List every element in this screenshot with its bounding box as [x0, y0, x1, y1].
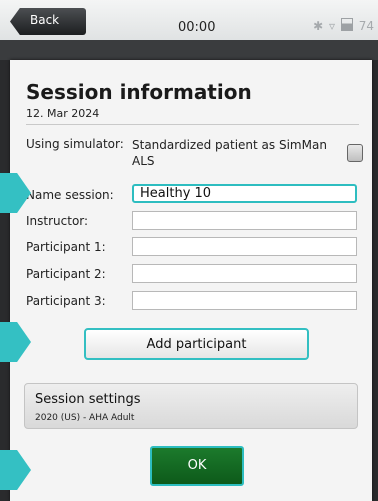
session-settings-title: Session settings: [35, 392, 141, 407]
divider: [26, 124, 359, 125]
page-title: Session information: [26, 80, 252, 104]
battery-level: 74: [358, 19, 374, 33]
participant1-input[interactable]: [132, 237, 357, 256]
session-settings-button[interactable]: Session settings 2020 (US) - AHA Adult: [24, 383, 358, 429]
simulator-checkbox[interactable]: [347, 144, 363, 162]
simulator-value: Standardized patient as SimMan ALS: [132, 138, 327, 168]
participant3-label: Participant 3:: [26, 294, 106, 308]
participant3-input[interactable]: [132, 291, 357, 310]
header-strip: [0, 40, 378, 60]
instructor-label: Instructor:: [26, 214, 89, 228]
instructor-input[interactable]: [132, 211, 357, 230]
participant2-input[interactable]: [132, 264, 357, 283]
wifi-icon: ▿: [329, 19, 336, 33]
simulator-label: Using simulator:: [26, 137, 124, 151]
battery-icon: [340, 18, 353, 31]
bluetooth-icon: ✱: [313, 19, 324, 33]
session-panel: Session information 12. Mar 2024 Using s…: [10, 60, 372, 501]
add-participant-button[interactable]: Add participant: [84, 328, 309, 360]
clock: 00:00: [178, 20, 216, 35]
session-settings-subtitle: 2020 (US) - AHA Adult: [35, 413, 135, 423]
ok-button[interactable]: OK: [150, 446, 244, 486]
back-button[interactable]: Back: [10, 8, 86, 35]
participant1-label: Participant 1:: [26, 240, 106, 254]
participant2-label: Participant 2:: [26, 267, 106, 281]
session-date: 12. Mar 2024: [26, 107, 100, 120]
name-session-input[interactable]: Healthy 10: [132, 184, 357, 203]
status-icons: ✱ ▿ 74: [311, 18, 374, 33]
name-session-label: Name session:: [26, 188, 114, 202]
